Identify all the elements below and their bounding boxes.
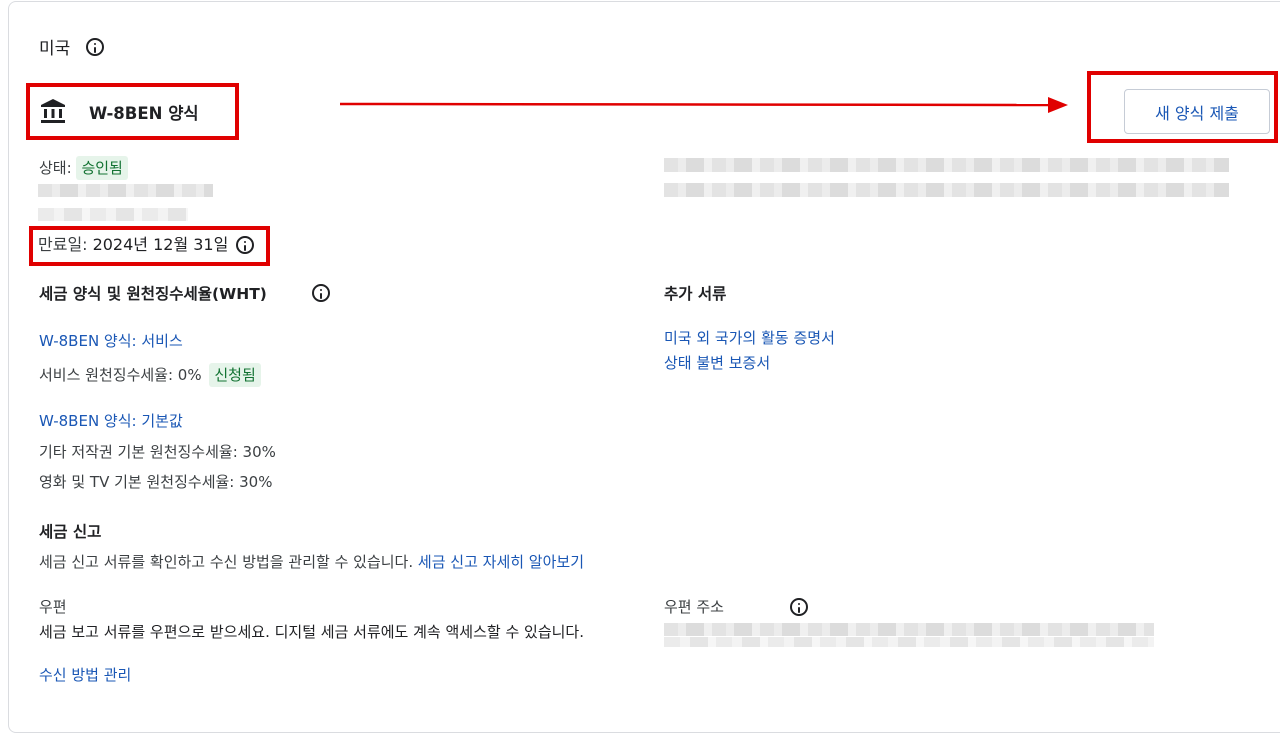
annotation-box-form: [26, 83, 239, 140]
tax-reporting-row: 세금 신고 서류를 확인하고 수신 방법을 관리할 수 있습니다. 세금 신고 …: [39, 551, 584, 573]
expiry-date: 2024년 12월 31일: [92, 235, 229, 254]
tax-reporting-learn-more-link[interactable]: 세금 신고 자세히 알아보기: [418, 553, 584, 571]
submit-new-form-button[interactable]: 새 양식 제출: [1124, 89, 1270, 134]
additional-docs-heading: 추가 서류: [664, 285, 727, 303]
country-title: 미국: [39, 39, 71, 59]
expiry-row: 만료일: 2024년 12월 31일: [38, 234, 255, 256]
film-rate: 영화 및 TV 기본 원천징수세율: 30%: [39, 473, 273, 491]
redacted-address: [664, 623, 1154, 636]
copyright-rate: 기타 저작권 기본 원천징수세율: 30%: [39, 443, 276, 461]
status-badge: 승인됨: [76, 156, 128, 180]
redacted-address: [664, 637, 1154, 647]
redacted-info: [664, 183, 1229, 197]
tax-reporting-description: 세금 신고 서류를 확인하고 수신 방법을 관리할 수 있습니다.: [39, 553, 414, 571]
services-rate: 서비스 원천징수세율: 0%: [39, 366, 202, 384]
services-form-link[interactable]: W-8BEN 양식: 서비스: [39, 330, 183, 352]
status-guarantee-link[interactable]: 상태 불변 보증서: [664, 352, 770, 374]
services-rate-row: 서비스 원천징수세율: 0% 신청됨: [39, 363, 261, 387]
redacted-info: [38, 184, 213, 197]
info-icon[interactable]: [86, 38, 104, 56]
redacted-info: [664, 158, 1229, 172]
annotation-arrow: [339, 97, 1068, 113]
manage-delivery-link[interactable]: 수신 방법 관리: [39, 664, 131, 686]
status-label: 상태:: [39, 159, 72, 177]
info-icon[interactable]: [236, 236, 255, 254]
mail-label: 우편: [39, 598, 67, 616]
residency-certificate-link[interactable]: 미국 외 국가의 활동 증명서: [664, 327, 835, 349]
mail-description: 세금 보고 서류를 우편으로 받으세요. 디지털 세금 서류에도 계속 액세스할…: [39, 623, 584, 641]
default-form-link[interactable]: W-8BEN 양식: 기본값: [39, 410, 183, 432]
services-status-badge: 신청됨: [209, 363, 261, 387]
wht-heading: 세금 양식 및 원천징수세율(WHT): [39, 285, 267, 303]
info-icon[interactable]: [312, 284, 331, 302]
status-row: 상태: 승인됨: [39, 156, 128, 180]
redacted-info: [38, 208, 188, 221]
mail-address-label: 우편 주소: [664, 598, 724, 616]
expiry-label: 만료일:: [38, 235, 88, 254]
tax-reporting-heading: 세금 신고: [39, 523, 102, 541]
